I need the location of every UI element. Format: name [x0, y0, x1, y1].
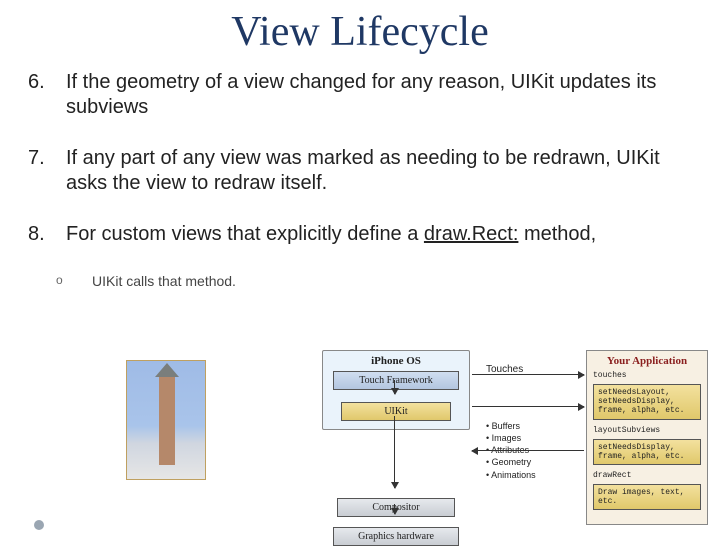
arrow-compositor-to-hw	[394, 504, 395, 514]
sub-bullet-row: o UIKit calls that method.	[0, 273, 720, 289]
tower-shape	[159, 375, 175, 465]
drawrect-link[interactable]: draw.Rect:	[424, 223, 518, 245]
app-setneeds-box1: setNeedsLayout, setNeedsDisplay, frame, …	[593, 384, 701, 420]
app-layoutsubviews-label: layoutSubviews	[593, 426, 701, 435]
arrow-uikit-out	[472, 406, 584, 407]
os-title: iPhone OS	[329, 355, 463, 367]
app-touches-label: touches	[593, 371, 701, 380]
item-text: For custom views that explicitly define …	[66, 222, 692, 247]
item-number: 7.	[28, 146, 66, 196]
lifecycle-diagram: iPhone OS Touch Framework UIKit Composit…	[126, 350, 716, 550]
sub-bullet-text: UIKit calls that method.	[92, 273, 236, 289]
bullet-item: Geometry	[486, 456, 578, 468]
list-item: 6. If the geometry of a view changed for…	[28, 70, 692, 120]
arrow-touch-to-uikit	[394, 380, 395, 394]
item-number: 8.	[28, 222, 66, 247]
item-number: 6.	[28, 70, 66, 120]
item-text-a: For custom views that explicitly define …	[66, 223, 424, 245]
your-application-column: Your Application touches setNeedsLayout,…	[586, 350, 708, 525]
arrow-uikit-to-compositor	[394, 416, 395, 488]
graphics-hardware-box: Graphics hardware	[333, 527, 459, 546]
tower-photo	[126, 360, 206, 480]
bullet-item: Images	[486, 432, 578, 444]
arrow-app-back	[472, 450, 584, 451]
compositor-group: Compositor Graphics hardware	[322, 498, 470, 546]
app-title: Your Application	[593, 355, 701, 367]
item-text-b: method,	[518, 223, 596, 245]
arrow-touches	[472, 374, 584, 375]
bullet-item: Buffers	[486, 420, 578, 432]
uikit-box: UIKit	[341, 402, 451, 421]
app-drawrect-label: drawRect	[593, 471, 701, 480]
main-list: 6. If the geometry of a view changed for…	[0, 70, 720, 247]
app-draw-box: Draw images, text, etc.	[593, 484, 701, 510]
iphone-os-column: iPhone OS Touch Framework UIKit Composit…	[322, 350, 470, 546]
list-item: 8. For custom views that explicitly defi…	[28, 222, 692, 247]
app-setneeds-box2: setNeedsDisplay, frame, alpha, etc.	[593, 439, 701, 465]
item-text: If any part of any view was marked as ne…	[66, 146, 692, 196]
list-item: 7. If any part of any view was marked as…	[28, 146, 692, 196]
slide-title: View Lifecycle	[0, 8, 720, 56]
sub-bullet-marker: o	[56, 273, 92, 287]
page-indicator-dot	[34, 520, 44, 530]
item-text: If the geometry of a view changed for an…	[66, 70, 692, 120]
bullet-item: Animations	[486, 469, 578, 481]
